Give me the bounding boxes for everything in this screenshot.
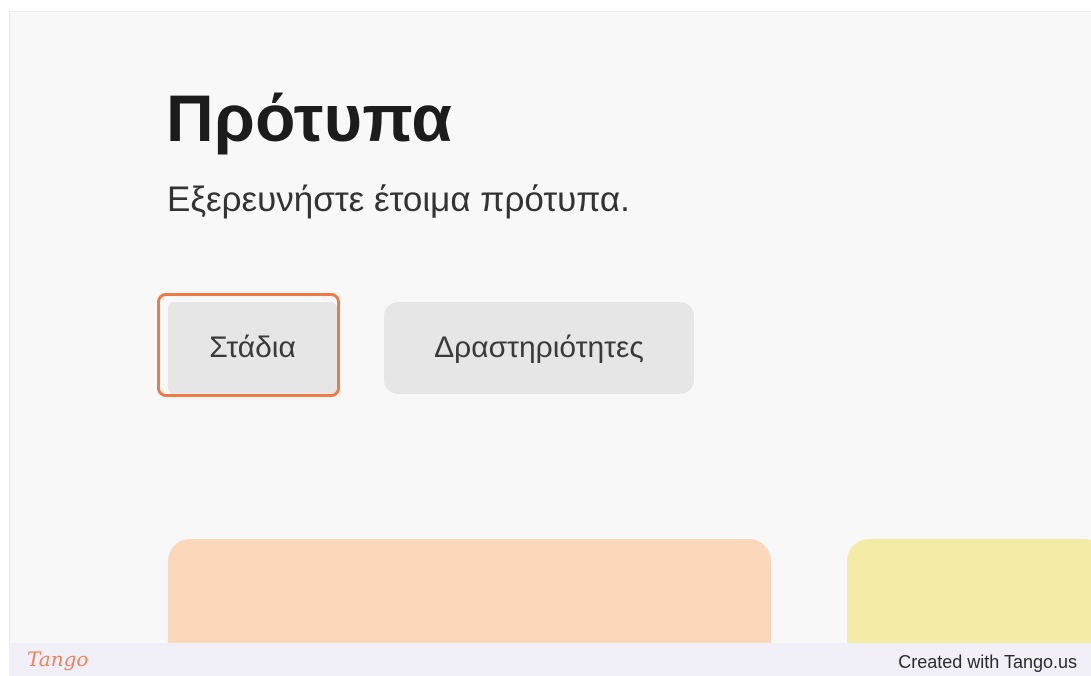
- template-card-orange[interactable]: [168, 539, 771, 644]
- page-title: Πρότυπα: [166, 81, 453, 155]
- templates-page: Πρότυπα Εξερευνήστε έτοιμα πρότυπα. Στάδ…: [9, 11, 1091, 644]
- page-subtitle: Εξερευνήστε έτοιμα πρότυπα.: [167, 180, 630, 219]
- tango-footer: Tango Created with Tango.us: [9, 643, 1091, 676]
- click-highlight-box: [157, 293, 340, 397]
- template-card-yellow[interactable]: [847, 539, 1091, 644]
- tango-logo: Tango: [27, 647, 89, 671]
- footer-credit: Created with Tango.us: [898, 652, 1077, 672]
- tab-activities[interactable]: Δραστηριότητες: [384, 302, 694, 394]
